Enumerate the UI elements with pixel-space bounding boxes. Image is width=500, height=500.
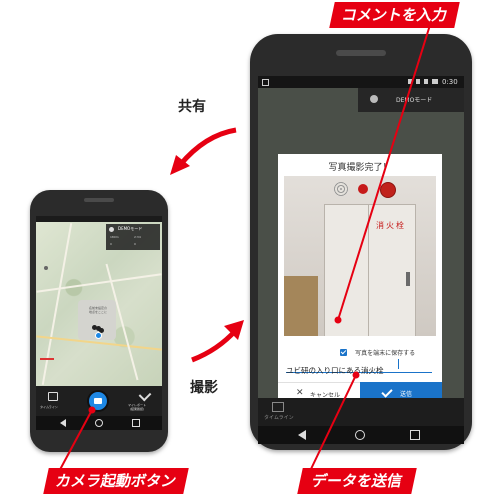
left-info-panel: DEMOモード 180m 2:34 0 0 <box>106 224 160 250</box>
left-red-label <box>40 358 54 360</box>
text-cursor <box>398 359 399 369</box>
stat-count-a: 0 <box>110 242 112 246</box>
annotation-comment-input: コメントを入力 <box>329 2 460 28</box>
stat-count-b: 0 <box>134 242 136 246</box>
timeline-icon <box>272 402 284 412</box>
recents-icon[interactable] <box>132 419 140 427</box>
stat-distance: 180m <box>110 235 119 239</box>
captured-photo: 消火栓 <box>284 176 436 336</box>
annotation-send-data: データを送信 <box>297 468 417 494</box>
home-icon[interactable] <box>95 419 103 427</box>
left-phone-speaker <box>84 198 114 202</box>
comment-input[interactable]: ユビ研の入り口にある消火栓 <box>286 358 432 375</box>
check-icon <box>381 386 393 398</box>
camera-button[interactable] <box>89 392 107 410</box>
send-label: 送信 <box>400 391 413 398</box>
timeline-icon[interactable] <box>48 392 58 401</box>
notification-icon <box>262 79 269 86</box>
map-place-label: 名前未設定の 地点をここに <box>88 306 107 314</box>
left-nav-bar <box>36 416 162 430</box>
right-phone-screen: 0:30 DEMOモード 写真撮影完了！ 消火栓 写真を端末に保存する ユビ研の… <box>258 76 464 426</box>
demo-mode-label: DEMOモード <box>118 226 143 231</box>
recents-icon[interactable] <box>410 430 420 440</box>
right-bottom-toolbar: タイムライン <box>258 398 464 426</box>
dialog-title: 写真撮影完了！ <box>328 163 392 173</box>
right-phone-speaker <box>336 50 386 56</box>
timeline-label: タイムライン <box>264 415 294 421</box>
alarm-lamp <box>358 184 368 194</box>
annotation-share: 共有 <box>178 99 206 115</box>
save-checkbox[interactable] <box>340 349 347 356</box>
back-icon[interactable] <box>60 419 66 427</box>
left-phone: 名前未設定の 地点をここに DEMOモード 180m 2:34 0 0 タイムラ… <box>30 190 168 452</box>
left-map[interactable]: 名前未設定の 地点をここに DEMOモード 180m 2:34 0 0 <box>36 222 162 386</box>
annotation-camera-button: カメラ起動ボタン <box>43 468 189 494</box>
stat-time: 2:34 <box>134 235 141 239</box>
myreport-label[interactable]: マイレポート (結果確認) <box>128 403 146 411</box>
right-phone: 0:30 DEMOモード 写真撮影完了！ 消火栓 写真を端末に保存する ユビ研の… <box>250 34 472 450</box>
annotation-shoot: 撮影 <box>190 380 218 396</box>
left-bottom-toolbar: タイムライン マイレポート (結果確認) <box>36 386 162 416</box>
cabinet-handle <box>406 272 410 286</box>
mode-icon <box>370 95 378 103</box>
close-icon: ✕ <box>296 388 304 398</box>
alarm-bell <box>380 182 396 198</box>
map-marker-cluster[interactable] <box>92 325 104 339</box>
save-checkbox-row[interactable]: 写真を端末に保存する <box>340 342 440 357</box>
demo-mode-label: DEMOモード <box>396 97 433 104</box>
home-icon[interactable] <box>355 430 365 440</box>
myreport-icon[interactable] <box>138 388 152 402</box>
left-phone-screen: 名前未設定の 地点をここに DEMOモード 180m 2:34 0 0 タイムラ… <box>36 216 162 416</box>
speaker-grille <box>334 182 348 196</box>
photo-dialog: 写真撮影完了！ 消火栓 写真を端末に保存する ユビ研の入り口にある消火栓 ✕ キ… <box>278 154 442 405</box>
save-checkbox-label: 写真を端末に保存する <box>355 350 416 357</box>
camera-icon <box>94 398 102 404</box>
right-app-header: DEMOモード <box>358 88 464 112</box>
map-pin-icon <box>44 266 48 270</box>
cardboard-box <box>284 276 318 336</box>
timeline-label[interactable]: タイムライン <box>40 405 58 409</box>
current-location-icon <box>95 332 102 339</box>
signal-icons <box>408 79 438 84</box>
mode-icon <box>109 227 114 232</box>
comment-input-value: ユビ研の入り口にある消火栓 <box>286 366 384 375</box>
right-status-bar: 0:30 <box>258 76 464 88</box>
status-time: 0:30 <box>442 78 458 86</box>
hydrant-sign: 消火栓 <box>376 221 406 230</box>
right-nav-bar <box>258 426 464 444</box>
back-icon[interactable] <box>298 430 306 440</box>
